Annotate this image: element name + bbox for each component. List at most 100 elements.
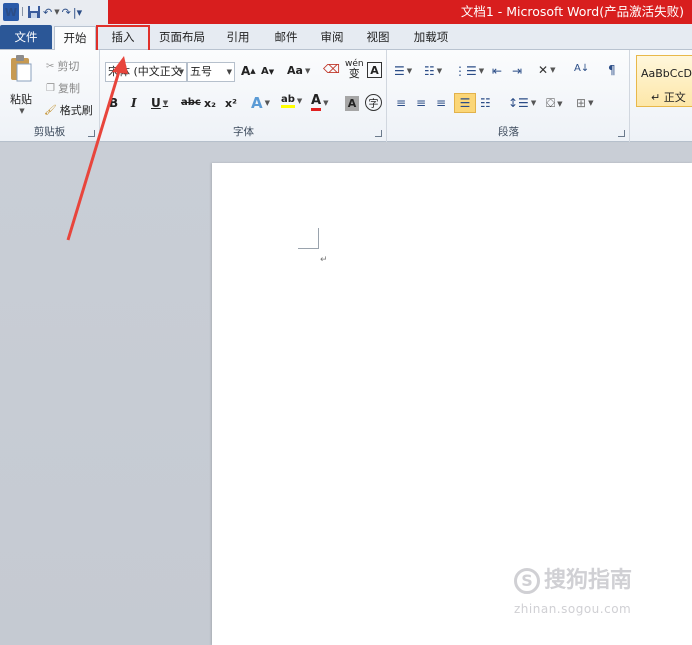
char-border-button[interactable]: A — [367, 62, 382, 78]
font-name-value: 宋体 (中文正文 — [108, 65, 182, 78]
tab-file[interactable]: 文件 — [0, 25, 52, 49]
strikethrough-button[interactable]: abc — [181, 97, 201, 108]
chinese-layout-icon: ✕ — [538, 63, 549, 77]
shrink-font-label: A — [261, 66, 269, 77]
border-icon: ⊞ — [576, 96, 587, 110]
clear-formatting-button[interactable]: ⌫ — [323, 62, 340, 76]
char-shading-button[interactable]: A — [345, 96, 359, 111]
show-marks-button[interactable]: ¶ — [608, 63, 616, 77]
format-painter-button[interactable]: 🖌 格式刷 — [44, 102, 93, 118]
align-center-icon: ≡ — [416, 96, 427, 110]
font-size-combo[interactable]: 五号 ▼ — [187, 62, 235, 82]
multilevel-list-icon: ⋮☰ — [454, 64, 477, 78]
brush-icon: 🖌 — [44, 104, 57, 116]
customize-icon[interactable]: |▾ — [73, 3, 82, 21]
tab-mailings[interactable]: 邮件 — [266, 26, 306, 50]
highlight-label: ab — [281, 94, 295, 108]
sort-icon: A↓ — [574, 63, 590, 74]
justify-icon: ☰ — [459, 96, 471, 110]
tab-references[interactable]: 引用 — [218, 26, 258, 50]
title-bar: W | ↶ ▼ ↷ |▾ 文档1 - Microsoft Word(产品激活失败) — [0, 0, 692, 24]
annotation-highlight-box — [96, 25, 150, 53]
distributed-button[interactable]: ☷ — [480, 96, 491, 110]
paste-button[interactable]: 粘贴 ▼ — [6, 54, 36, 115]
text-effects-button[interactable]: A ▼ — [251, 94, 270, 112]
bold-button[interactable]: B — [109, 96, 118, 110]
align-right-button[interactable]: ≡ — [436, 96, 446, 110]
font-name-combo[interactable]: 宋体 (中文正文 ▼ — [105, 62, 187, 82]
align-right-icon: ≡ — [436, 96, 447, 110]
cut-button[interactable]: ✂ 剪切 — [46, 58, 79, 74]
decrease-indent-icon: ⇤ — [492, 64, 503, 78]
superscript-button[interactable]: x² — [225, 97, 237, 110]
tab-addins[interactable]: 加载项 — [406, 26, 456, 50]
text-effects-label: A — [251, 94, 263, 112]
font-group: 宋体 (中文正文 ▼ 五号 ▼ A ▲ A ▼ Aa ▼ ⌫ wén 变 A B I U… — [101, 50, 387, 142]
window-title: 文档1 - Microsoft Word(产品激活失败) — [460, 4, 684, 19]
copy-icon: ❐ — [46, 82, 55, 94]
dialog-launcher-icon[interactable] — [375, 130, 382, 137]
chevron-down-icon: ▼ — [304, 66, 311, 75]
shading-button[interactable]: ⛋ ▼ — [546, 96, 563, 111]
redo-icon[interactable]: ↷ — [62, 3, 71, 21]
align-left-icon: ≡ — [396, 96, 407, 110]
watermark-url: zhinan.sogou.com — [514, 602, 632, 616]
font-group-label: 字体 — [233, 126, 254, 138]
underline-button[interactable]: U ▼ — [151, 96, 168, 110]
paint-bucket-icon: ⛋ — [546, 96, 556, 110]
chevron-down-icon: ▼ — [162, 99, 169, 107]
multilevel-list-button[interactable]: ⋮☰ ▼ — [454, 64, 484, 78]
align-left-button[interactable]: ≡ — [396, 96, 406, 110]
phonetic-guide-button[interactable]: wén 变 — [345, 60, 364, 80]
tab-home[interactable]: 开始 — [54, 26, 96, 51]
dialog-launcher-icon[interactable] — [88, 130, 95, 137]
paragraph-mark: ↵ — [320, 255, 328, 265]
italic-button[interactable]: I — [131, 96, 137, 110]
clipboard-icon — [8, 54, 34, 87]
undo-icon[interactable]: ↶ ▼ — [43, 3, 60, 21]
chevron-down-icon: ▼ — [226, 68, 232, 76]
subscript-button[interactable]: x₂ — [204, 97, 216, 110]
bullets-button[interactable]: ☰ ▼ — [394, 64, 412, 78]
line-spacing-button[interactable]: ↕☰ ▼ — [508, 96, 536, 110]
ribbon: 粘贴 ▼ ✂ 剪切 ❐ 复制 🖌 格式刷 剪贴板 宋体 (中文正文 ▼ 五号 ▼… — [0, 50, 692, 142]
change-case-button[interactable]: Aa ▼ — [287, 64, 310, 77]
tab-view[interactable]: 视图 — [358, 26, 398, 50]
paragraph-group-label: 段落 — [498, 126, 519, 138]
style-name: ↵ 正文 — [651, 91, 686, 104]
highlight-button[interactable]: ab ▼ — [281, 94, 302, 108]
chevron-down-icon: ▼ — [296, 97, 303, 105]
distributed-icon: ☷ — [480, 96, 491, 110]
shrink-font-button[interactable]: A ▼ — [261, 66, 274, 77]
paragraph-group: ☰ ▼ ☷ ▼ ⋮☰ ▼ ⇤ ⇥ ✕ ▼ A↓ ¶ ≡ ≡ ≡ ☰ ☷ ↕☰ ▼ ⛋ ▼ ⊞… — [388, 50, 630, 142]
chevron-down-icon: ▼ — [550, 66, 556, 74]
pilcrow-icon: ¶ — [608, 63, 616, 77]
line-spacing-icon: ↕☰ — [508, 96, 529, 110]
tab-review[interactable]: 审阅 — [312, 26, 352, 50]
dialog-launcher-icon[interactable] — [618, 130, 625, 137]
numbering-button[interactable]: ☷ ▼ — [424, 64, 442, 78]
borders-button[interactable]: ⊞ ▼ — [576, 96, 593, 110]
sort-button[interactable]: A↓ — [574, 63, 589, 74]
save-icon[interactable] — [27, 3, 41, 21]
chevron-down-icon: ▼ — [478, 67, 485, 75]
enclose-chars-button[interactable]: 字 — [365, 94, 382, 111]
paste-label: 粘贴 — [10, 93, 32, 106]
font-size-value: 五号 — [190, 65, 212, 78]
increase-indent-button[interactable]: ⇥ — [512, 64, 522, 78]
style-normal[interactable]: AaBbCcDc ↵ 正文 — [636, 55, 692, 107]
decrease-indent-button[interactable]: ⇤ — [492, 64, 502, 78]
numbered-list-icon: ☷ — [424, 64, 435, 78]
font-color-button[interactable]: A ▼ — [311, 94, 328, 111]
tab-page-layout[interactable]: 页面布局 — [152, 26, 212, 50]
cut-label: 剪切 — [57, 60, 80, 73]
grow-font-button[interactable]: A ▲ — [241, 64, 256, 78]
chinese-layout-button[interactable]: ✕ ▼ — [538, 63, 555, 77]
copy-label: 复制 — [57, 82, 80, 95]
word-icon[interactable]: W — [3, 3, 19, 21]
copy-button[interactable]: ❐ 复制 — [46, 80, 80, 96]
justify-button[interactable]: ☰ — [454, 93, 476, 113]
clipboard-group: 粘贴 ▼ ✂ 剪切 ❐ 复制 🖌 格式刷 剪贴板 — [0, 50, 100, 142]
align-center-button[interactable]: ≡ — [416, 96, 426, 110]
chevron-down-icon: ▼ — [557, 99, 563, 108]
